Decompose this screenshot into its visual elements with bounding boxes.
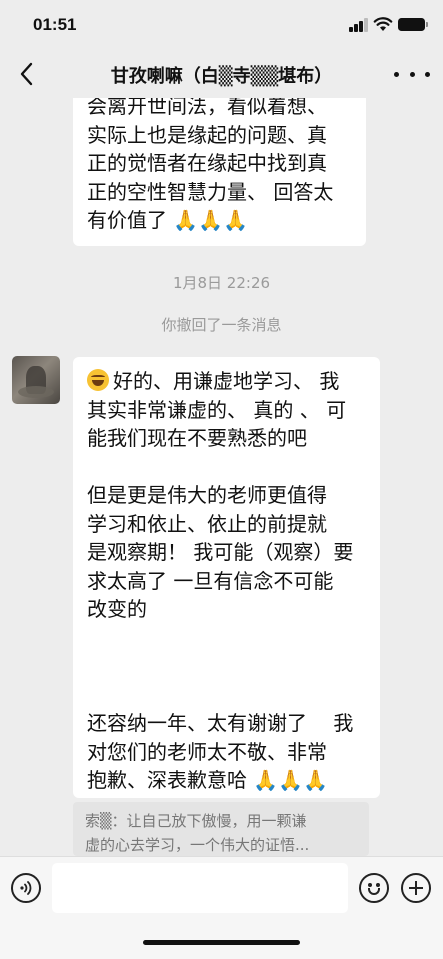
recalled-notice: 你撤回了一条消息 <box>161 316 282 334</box>
message-line: 改变的 <box>87 597 147 621</box>
quote-line: 索▒：让自己放下傲慢，用一颗谦 <box>85 812 307 830</box>
message-line: 学习和依止、依止的前提就 <box>87 511 327 536</box>
plus-circle-icon[interactable] <box>401 873 431 903</box>
status-time: 01:51 <box>33 15 77 34</box>
chat-title: 甘孜喇嘛（白▒寺▒▒堪布） <box>110 66 333 87</box>
message-line <box>87 624 366 653</box>
message-line <box>87 681 366 710</box>
message-timestamp: 1月8日 22:26 <box>172 274 271 292</box>
message-line: 实际上也是缘起的问题、真 <box>87 122 327 147</box>
home-indicator <box>143 940 300 945</box>
voice-icon[interactable] <box>11 873 41 903</box>
signal-icon <box>349 18 369 32</box>
smiley-icon[interactable] <box>359 873 389 903</box>
quoted-message[interactable]: 索▒：让自己放下傲慢，用一颗谦 虚的心去学习，一个伟大的证悟... <box>73 802 369 856</box>
message-line: 其实非常谦虚的、 真的 、 可 <box>87 397 347 422</box>
message-line <box>87 652 366 681</box>
wifi-icon <box>373 17 393 31</box>
input-bar <box>0 856 443 959</box>
battery-icon <box>398 18 428 31</box>
message-line: 正的空性智慧力量、 回答太 <box>87 179 334 204</box>
message-line: 是观察期！ 我可能（观察）要 <box>87 540 354 564</box>
chevron-left-icon[interactable] <box>14 60 38 88</box>
more-dots-icon[interactable] <box>394 64 430 84</box>
laughing-tears-emoji-icon <box>87 369 109 391</box>
message-line: 有价值了 🙏🙏🙏 <box>87 208 249 232</box>
quote-line: 虚的心去学习，一个伟大的证悟... <box>85 836 310 854</box>
nav-bar: 甘孜喇嘛（白▒寺▒▒堪布） <box>0 50 443 98</box>
message-line: 还容纳一年、太有谢谢了 我 <box>87 711 354 735</box>
message-line <box>87 453 366 482</box>
message-line: 求太高了 一旦有信念不可能 <box>87 568 334 593</box>
avatar[interactable] <box>12 356 60 404</box>
message-line: 会离开世间法，看似着想、 <box>87 98 327 118</box>
message-line: 正的觉悟者在缘起中找到真 <box>87 151 327 175</box>
status-bar: 01:51 <box>0 0 443 50</box>
message-bubble-incoming[interactable]: 好的、用谦虚地学习、 我 其实非常谦虚的、 真的 、 可 能我们现在不要熟悉的吧… <box>73 357 380 798</box>
message-line: 好的、用谦虚地学习、 我 <box>113 369 340 393</box>
message-line: 抱歉、深表歉意哈 🙏🙏🙏 <box>87 768 329 792</box>
message-line: 对您们的老师太不敬、非常 <box>87 739 327 764</box>
chat-area[interactable]: 会离开世间法，看似着想、 实际上也是缘起的问题、真 正的觉悟者在缘起中找到真 正… <box>0 98 443 856</box>
message-line: 能我们现在不要熟悉的吧 <box>87 426 307 450</box>
message-bubble-outgoing-partial[interactable]: 会离开世间法，看似着想、 实际上也是缘起的问题、真 正的觉悟者在缘起中找到真 正… <box>73 98 366 246</box>
message-input[interactable] <box>52 863 348 913</box>
message-line: 但是更是伟大的老师更值得 <box>87 483 327 507</box>
